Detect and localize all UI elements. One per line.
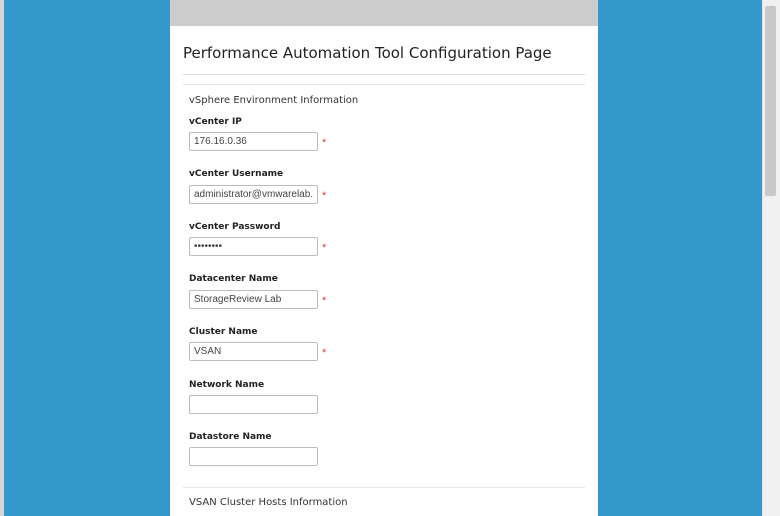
field-label-datastore-name: Datastore Name (189, 432, 272, 442)
field-label-vcenter-username: vCenter Username (189, 169, 284, 179)
field-label-datacenter-name: Datacenter Name (189, 274, 278, 284)
vcenter-ip-input[interactable] (189, 132, 318, 151)
field-label-vcenter-ip: vCenter IP (189, 117, 242, 127)
datastore-name-input[interactable] (189, 447, 318, 466)
datacenter-name-input[interactable] (189, 290, 318, 309)
scrollbar-thumb[interactable] (765, 6, 776, 196)
section-divider-vsphere (183, 84, 585, 85)
title-divider (183, 74, 585, 75)
vcenter-username-input[interactable] (189, 185, 318, 204)
config-panel: Performance Automation Tool Configuratio… (170, 0, 598, 516)
section-divider-vsan (183, 487, 585, 488)
network-name-input[interactable] (189, 395, 318, 414)
vcenter-password-input[interactable] (189, 237, 318, 256)
section-label-vsan: VSAN Cluster Hosts Information (189, 497, 348, 508)
field-label-cluster-name: Cluster Name (189, 327, 258, 337)
required-marker: * (322, 242, 327, 254)
window-frame (0, 0, 4, 516)
field-label-network-name: Network Name (189, 380, 265, 390)
required-marker: * (322, 295, 327, 307)
page-title: Performance Automation Tool Configuratio… (183, 44, 552, 62)
required-marker: * (322, 137, 327, 149)
required-marker: * (322, 190, 327, 202)
section-label-vsphere: vSphere Environment Information (189, 95, 359, 106)
cluster-name-input[interactable] (189, 342, 318, 361)
panel-header-bar (170, 0, 598, 26)
required-marker: * (322, 347, 327, 359)
field-label-vcenter-password: vCenter Password (189, 222, 281, 232)
